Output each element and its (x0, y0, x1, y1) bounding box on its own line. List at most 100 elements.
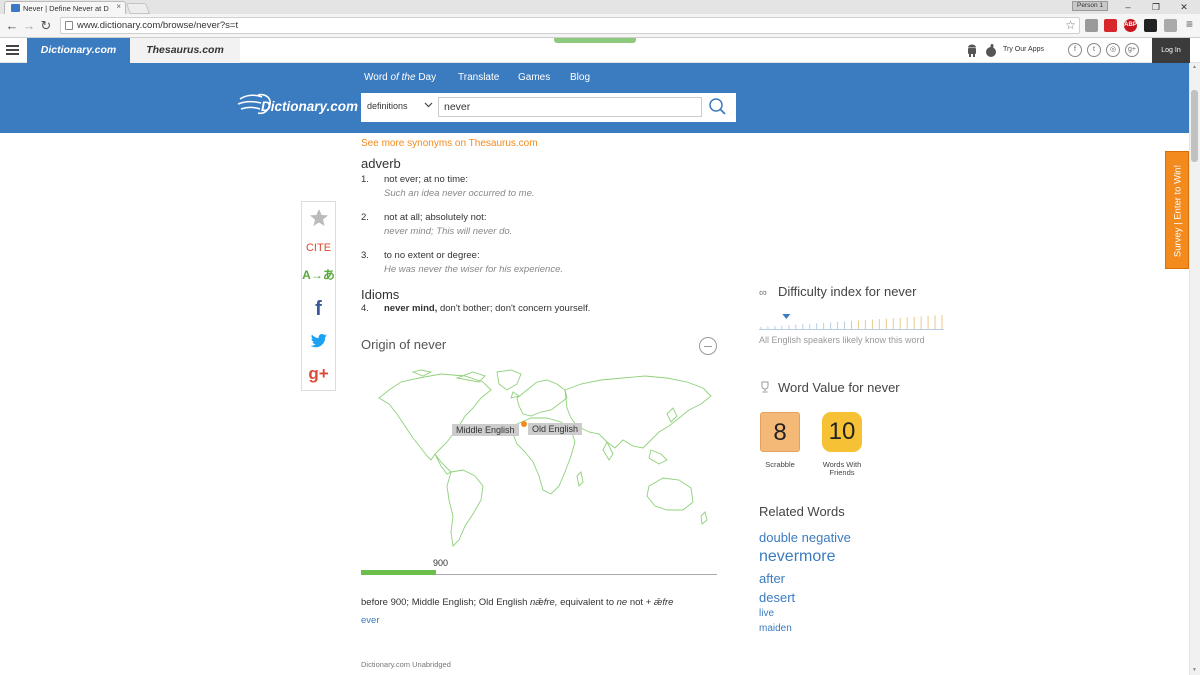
related-words-heading: Related Words (759, 504, 845, 519)
menu-icon[interactable]: ≡ (1183, 18, 1196, 32)
adblock-extension-icon[interactable]: ABP (1124, 19, 1137, 32)
definition-text: not ever; at no time: (384, 174, 468, 185)
site-top-bar: Dictionary.com Thesaurus.com Try Our App… (0, 38, 1200, 63)
browser-tab-strip: Never | Define Never at D × Person 1 – ❐… (0, 0, 1200, 14)
new-tab-button[interactable] (125, 3, 151, 14)
idiom-meaning: don't bother; don't concern yourself. (439, 303, 591, 314)
related-word-link[interactable]: nevermore (759, 548, 835, 566)
logo-text[interactable]: Dictionary.com (261, 99, 358, 114)
pdf-extension-icon[interactable] (1104, 19, 1117, 32)
tab-thesaurus[interactable]: Thesaurus.com (130, 38, 240, 63)
tab-close-icon[interactable]: × (116, 2, 121, 11)
scroll-down-arrow-icon[interactable]: ▼ (1191, 667, 1198, 673)
browser-tab-title: Never | Define Never at D (23, 4, 109, 13)
search-mode-select[interactable]: definitions (367, 101, 408, 111)
etymology-link-ever[interactable]: ever (361, 615, 379, 626)
hamburger-menu-icon[interactable] (6, 45, 19, 55)
translate-icon[interactable]: A→あ (302, 266, 335, 283)
profile-button[interactable]: Person 1 (1072, 1, 1108, 11)
difficulty-note: All English speakers likely know this wo… (759, 335, 925, 345)
timeline-year-label: 900 (433, 558, 449, 568)
page-icon (65, 21, 73, 30)
favorite-star-icon[interactable] (302, 208, 335, 233)
related-word-link[interactable]: desert (759, 590, 795, 605)
nav-games[interactable]: Games (518, 72, 550, 83)
infinity-icon: ∞ (759, 287, 767, 299)
definition-example: never mind; This will never do. (384, 226, 513, 237)
try-our-apps-link[interactable]: Try Our Apps (1003, 46, 1044, 53)
scrabble-score-tile: 8 (760, 412, 800, 452)
login-button[interactable]: Log In (1152, 38, 1190, 63)
scrollbar-thumb[interactable] (1191, 90, 1198, 162)
trophy-icon (759, 381, 771, 396)
bookmark-star-icon[interactable]: ☆ (1064, 19, 1077, 32)
origin-marker (521, 421, 527, 427)
tab-dictionary[interactable]: Dictionary.com (27, 38, 130, 63)
scroll-up-arrow-icon[interactable]: ▲ (1191, 64, 1198, 70)
close-window-button[interactable]: ✕ (1170, 0, 1198, 14)
browser-tab[interactable]: Never | Define Never at D × (4, 1, 126, 14)
idiom-entry: never mind, don't bother; don't concern … (384, 303, 590, 314)
map-label-middle-english: Middle English (452, 424, 519, 436)
definition-text: not at all; absolutely not: (384, 212, 487, 223)
words-with-friends-score-tile: 10 (822, 412, 862, 452)
idiom-phrase: never mind, (384, 303, 438, 314)
google-plus-icon[interactable]: g+ (1125, 43, 1139, 57)
nav-blog[interactable]: Blog (570, 72, 590, 83)
share-sidebar: CITE A→あ f g+ (301, 201, 336, 391)
twitter-share-icon[interactable] (302, 333, 335, 354)
url-field[interactable]: www.dictionary.com/browse/never?s=t (60, 17, 1080, 34)
related-word-link[interactable]: double negative (759, 530, 851, 545)
cloud-extension-icon[interactable] (1085, 19, 1098, 32)
timeline-progress (361, 570, 436, 575)
idioms-heading: Idioms (361, 287, 400, 302)
words-with-friends-label: Words With Friends (822, 460, 862, 477)
definition-text: to no extent or degree: (384, 250, 480, 261)
reload-icon[interactable]: ↻ (38, 18, 54, 34)
facebook-share-icon[interactable]: f (302, 298, 335, 321)
difficulty-marker (782, 314, 791, 319)
facebook-icon[interactable]: f (1068, 43, 1082, 57)
related-word-link[interactable]: live (759, 608, 774, 619)
search-input[interactable] (438, 97, 702, 117)
difficulty-meter (759, 314, 944, 330)
collapse-icon[interactable] (699, 337, 717, 355)
promo-strip (554, 38, 636, 43)
twitter-icon[interactable]: t (1087, 43, 1101, 57)
search-bar: definitions (361, 93, 736, 122)
related-word-link[interactable]: maiden (759, 623, 792, 634)
origin-heading: Origin of never (361, 337, 447, 352)
word-value-heading: Word Value for never (778, 380, 900, 395)
definition-number: 2. (361, 212, 369, 223)
back-arrow-icon[interactable]: ← (4, 18, 20, 34)
related-word-link[interactable]: after (759, 571, 785, 586)
definition-example: Such an idea never occurred to me. (384, 188, 535, 199)
idiom-number: 4. (361, 303, 369, 314)
forward-arrow-icon[interactable]: → (21, 18, 37, 34)
cite-button[interactable]: CITE (302, 242, 335, 254)
definition-example: He was never the wiser for his experienc… (384, 264, 563, 275)
chevron-down-icon[interactable] (424, 100, 433, 111)
world-map (378, 369, 712, 547)
address-bar-row: ← → ↻ www.dictionary.com/browse/never?s=… (0, 14, 1200, 38)
nav-translate[interactable]: Translate (458, 72, 499, 83)
scrabble-label: Scrabble (765, 460, 795, 469)
google-plus-share-icon[interactable]: g+ (302, 364, 335, 384)
dictionary-favicon-icon (11, 4, 20, 12)
survey-tab[interactable]: Survey | Enter to Win! (1165, 151, 1189, 269)
search-button[interactable] (705, 96, 731, 118)
etymology-text: before 900; Middle English; Old English … (361, 597, 674, 608)
url-text: www.dictionary.com/browse/never?s=t (77, 20, 239, 31)
apple-icon[interactable] (985, 44, 997, 60)
extension-icon[interactable] (1144, 19, 1157, 32)
source-label: Dictionary.com Unabridged (361, 660, 451, 669)
thesaurus-synonyms-link[interactable]: See more synonyms on Thesaurus.com (361, 138, 538, 149)
minimize-button[interactable]: – (1114, 0, 1142, 14)
nav-word-of-the-day[interactable]: Word of the Day (364, 72, 436, 83)
android-icon[interactable] (966, 44, 978, 60)
maximize-button[interactable]: ❐ (1142, 0, 1170, 14)
definition-number: 3. (361, 250, 369, 261)
instagram-icon[interactable]: ◎ (1106, 43, 1120, 57)
puzzle-extension-icon[interactable] (1164, 19, 1177, 32)
site-header: Dictionary.com Word of the Day Translate… (0, 63, 1189, 133)
